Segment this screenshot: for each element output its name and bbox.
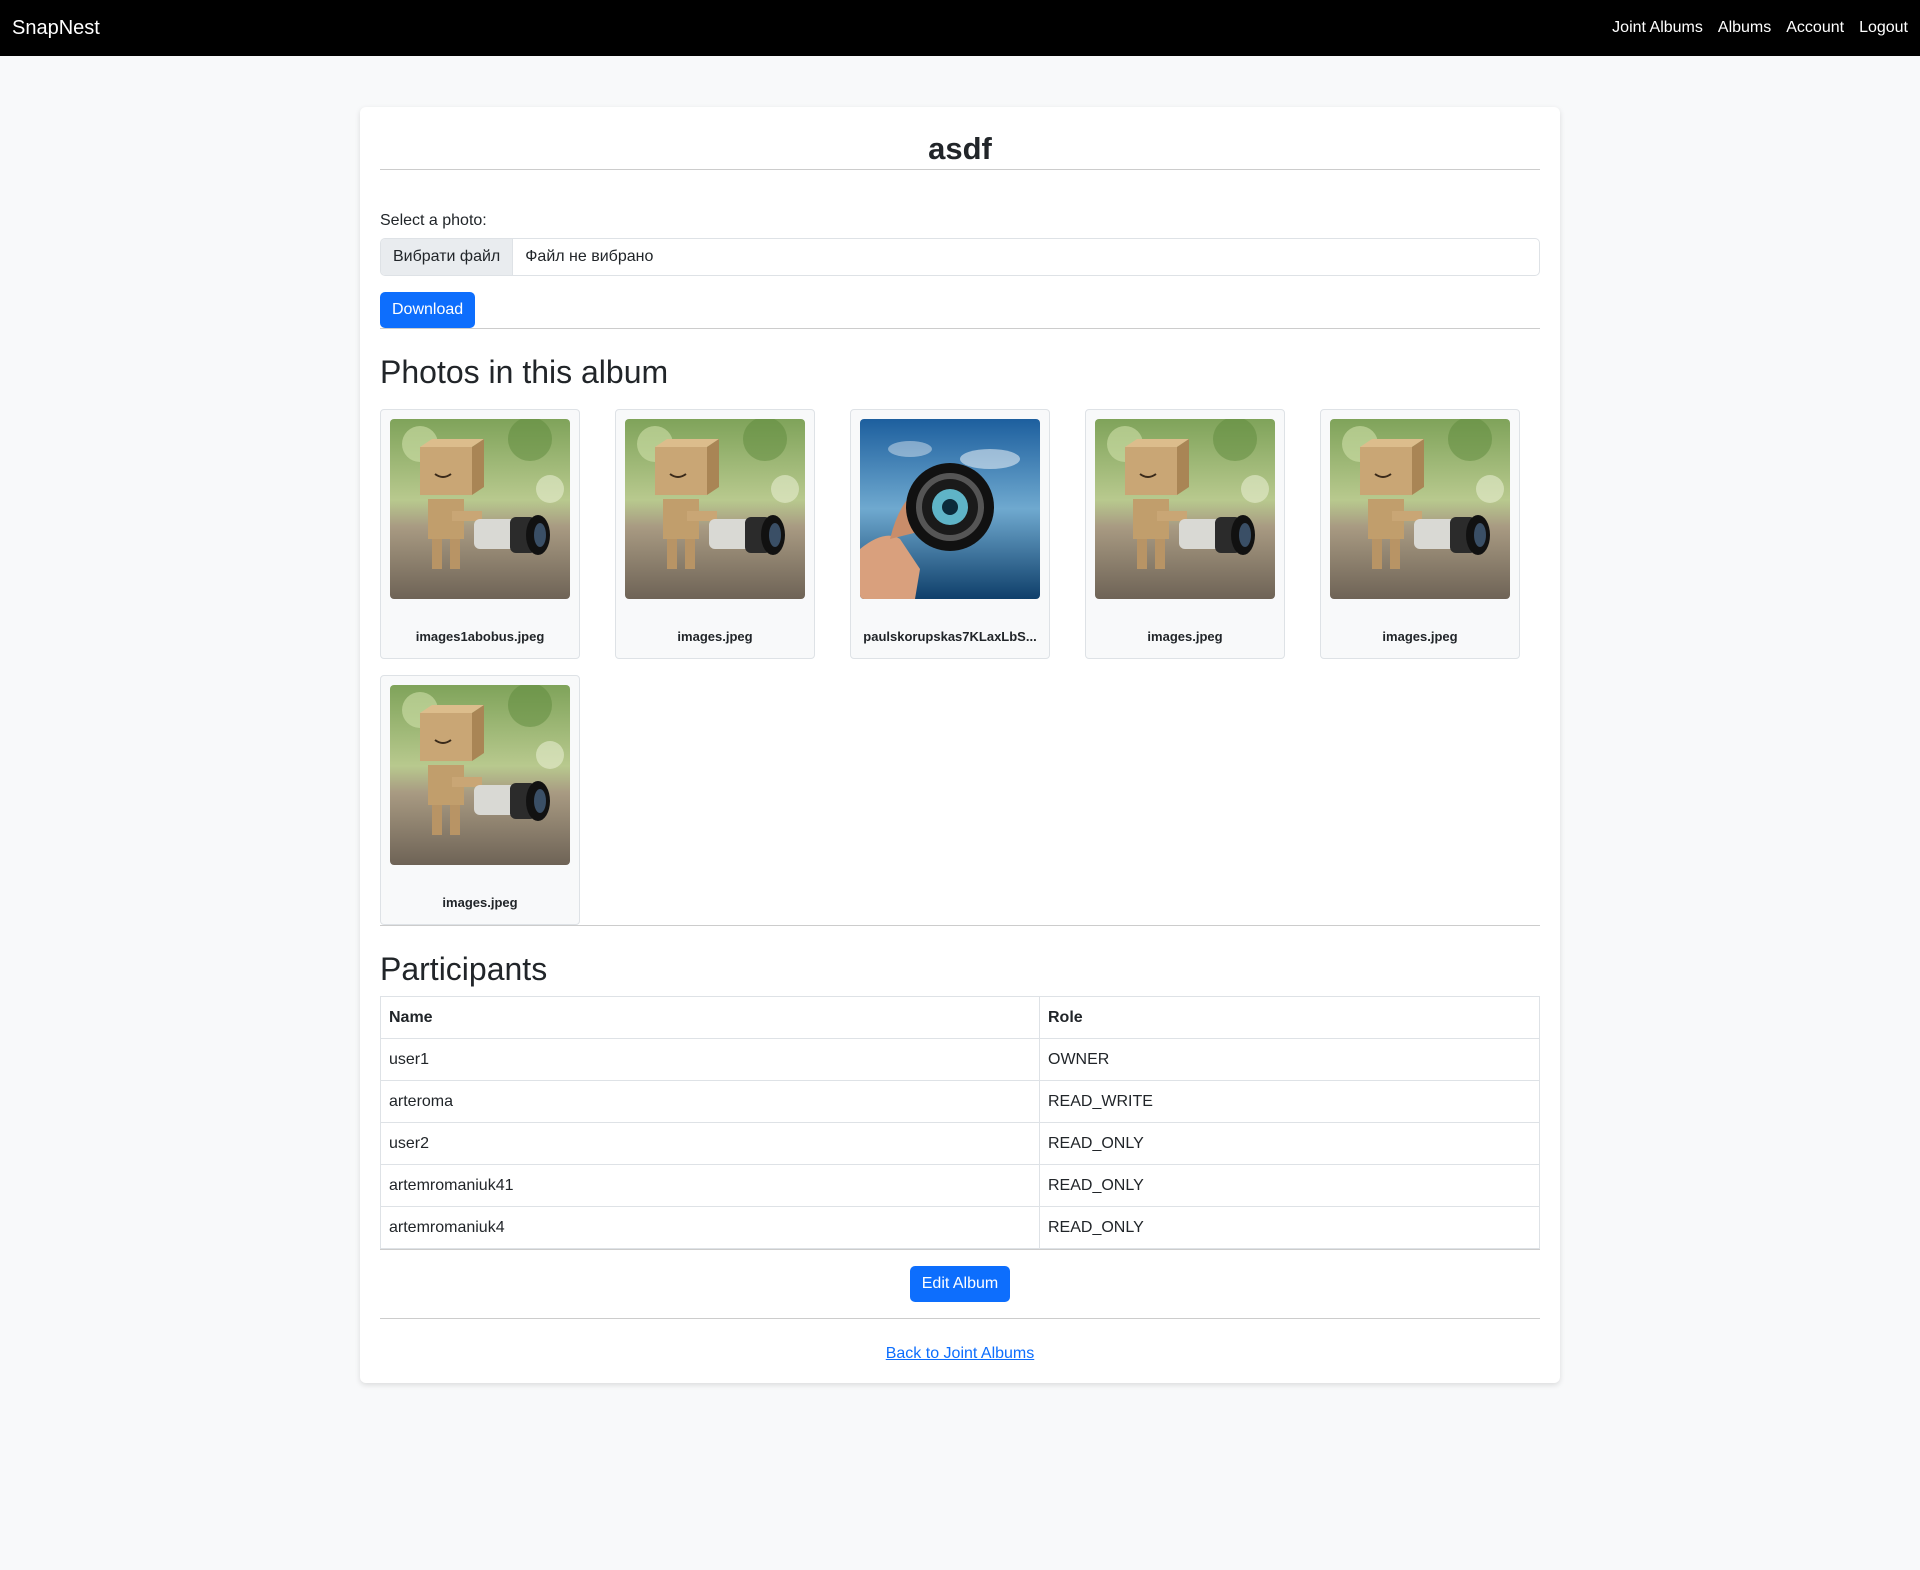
photo-select-label: Select a photo:	[380, 212, 487, 229]
participant-name: user2	[380, 1122, 1040, 1165]
nav-links: Joint Albums Albums Account Logout	[1612, 19, 1908, 37]
participant-role: READ_ONLY	[1039, 1122, 1540, 1165]
box-robot-photo-thumbnail[interactable]	[625, 419, 805, 599]
table-row: user1 OWNER	[380, 1038, 1540, 1081]
photo-name: images.jpeg	[677, 629, 753, 644]
table-row: arteroma READ_WRITE	[380, 1080, 1540, 1123]
photo-card[interactable]: images.jpeg	[380, 675, 580, 925]
box-robot-photo-thumbnail[interactable]	[1330, 419, 1510, 599]
photos-heading: Photos in this album	[380, 354, 669, 390]
box-robot-photo-thumbnail[interactable]	[390, 685, 570, 865]
photo-name: images.jpeg	[1147, 629, 1223, 644]
nav-link-account[interactable]: Account	[1786, 19, 1844, 37]
photo-card[interactable]: images1abobus.jpeg	[380, 409, 580, 659]
table-header-row: Name Role	[380, 996, 1540, 1039]
edit-section: Edit Album	[380, 1250, 1540, 1318]
photo-card[interactable]: paulskorupskas7KLaxLbS...	[850, 409, 1050, 659]
table-row: artemromaniuk4 READ_ONLY	[380, 1206, 1540, 1249]
divider	[380, 328, 1540, 329]
file-name-text: Файл не вибрано	[525, 248, 654, 265]
box-robot-photo-thumbnail[interactable]	[390, 419, 570, 599]
participant-name: arteroma	[380, 1080, 1040, 1123]
participant-role: READ_ONLY	[1039, 1164, 1540, 1207]
navbar: SnapNest Joint Albums Albums Account Log…	[0, 0, 1920, 56]
photo-name: images1abobus.jpeg	[415, 629, 545, 644]
participant-role: READ_ONLY	[1039, 1206, 1540, 1249]
participant-name: artemromaniuk41	[380, 1164, 1040, 1207]
photo-grid: images1abobus.jpeg images.jpeg paulskoru…	[380, 409, 1540, 925]
photo-name: images.jpeg	[1382, 629, 1458, 644]
participants-table: Name Role user1 OWNER arteroma READ_WRITE us…	[380, 996, 1540, 1249]
nav-link-joint-albums[interactable]: Joint Albums	[1612, 19, 1703, 37]
photo-name: images.jpeg	[442, 895, 518, 910]
upload-form: Select a photo: Вибрати файл Файл не виб…	[380, 170, 1540, 328]
participant-role: OWNER	[1039, 1038, 1540, 1081]
photo-file-input[interactable]: Вибрати файл Файл не вибрано	[380, 238, 1540, 276]
back-to-joint-albums-link[interactable]: Back to Joint Albums	[886, 1345, 1035, 1362]
participant-name: user1	[380, 1038, 1040, 1081]
lens-photo-thumbnail[interactable]	[860, 419, 1040, 599]
photo-card[interactable]: images.jpeg	[615, 409, 815, 659]
choose-file-button[interactable]: Вибрати файл	[381, 239, 514, 275]
album-title: asdf	[928, 131, 992, 166]
participants-heading: Participants	[380, 951, 548, 987]
divider	[380, 925, 1540, 926]
table-row: user2 READ_ONLY	[380, 1122, 1540, 1165]
participant-role: READ_WRITE	[1039, 1080, 1540, 1123]
participant-name: artemromaniuk4	[380, 1206, 1040, 1249]
column-header-role: Role	[1039, 996, 1540, 1039]
nav-link-logout[interactable]: Logout	[1859, 19, 1908, 37]
photo-name: paulskorupskas7KLaxLbS...	[863, 629, 1037, 644]
table-row: artemromaniuk41 READ_ONLY	[380, 1164, 1540, 1207]
download-button[interactable]: Download	[380, 292, 476, 328]
nav-link-albums[interactable]: Albums	[1718, 19, 1771, 37]
edit-album-button[interactable]: Edit Album	[909, 1266, 1011, 1302]
back-section: Back to Joint Albums	[380, 1319, 1540, 1363]
box-robot-photo-thumbnail[interactable]	[1095, 419, 1275, 599]
column-header-name: Name	[380, 996, 1040, 1039]
album-card: asdf Select a photo: Вибрати файл Файл н…	[360, 107, 1560, 1383]
photo-card[interactable]: images.jpeg	[1085, 409, 1285, 659]
brand-logo[interactable]: SnapNest	[12, 17, 100, 40]
photo-card[interactable]: images.jpeg	[1320, 409, 1520, 659]
